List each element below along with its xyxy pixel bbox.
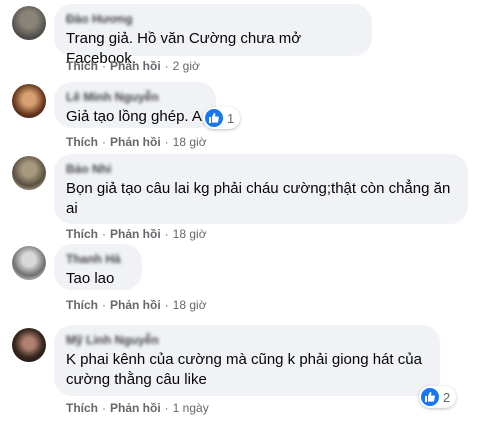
- separator: ·: [102, 227, 106, 241]
- comment-author[interactable]: Đào Hương: [66, 12, 360, 26]
- comment-bubble: Đào Hương Trang giả. Hồ văn Cường chưa m…: [54, 4, 372, 67]
- comment-author[interactable]: Thanh Hà: [66, 252, 130, 266]
- comment-time[interactable]: 18 giờ: [173, 135, 207, 149]
- reply-button[interactable]: Phản hồi: [110, 401, 161, 415]
- comment-time[interactable]: 1 ngày: [173, 401, 209, 415]
- like-thumb-icon: [421, 388, 439, 406]
- comment-actions: Thích · Phản hồi · 1 ngày: [66, 401, 209, 415]
- comment-actions: Thích · Phản hồi · 18 giờ: [66, 298, 207, 312]
- reaction-count[interactable]: 2: [419, 386, 457, 408]
- comment-bubble: Bảo Nhi Bọn giả tạo câu lai kg phải cháu…: [54, 154, 468, 224]
- comment-author[interactable]: Bảo Nhi: [66, 162, 456, 176]
- comment-actions: Thích · Phản hồi · 18 giờ: [66, 227, 207, 241]
- like-button[interactable]: Thích: [66, 59, 98, 73]
- comment-bubble: Thanh Hà Tao lao: [54, 244, 142, 290]
- like-button[interactable]: Thích: [66, 135, 98, 149]
- separator: ·: [164, 401, 169, 415]
- avatar[interactable]: [12, 156, 46, 190]
- separator: ·: [164, 227, 169, 241]
- reaction-count-value: 2: [443, 389, 451, 405]
- separator: ·: [164, 59, 169, 73]
- reaction-count-value: 1: [227, 110, 235, 126]
- comment-actions: Thích · Phản hồi · 18 giờ: [66, 135, 207, 149]
- comment-text: K phai kênh của cường mà cũng k phải gio…: [66, 351, 422, 388]
- comment-text: Bọn giả tạo câu lai kg phải cháu cường;t…: [66, 180, 451, 217]
- reply-button[interactable]: Phản hồi: [110, 59, 161, 73]
- reply-button[interactable]: Phản hồi: [110, 227, 161, 241]
- avatar[interactable]: [12, 84, 46, 118]
- comment-author[interactable]: Mỹ Linh Nguyễn: [66, 333, 428, 347]
- separator: ·: [164, 135, 169, 149]
- comment-time[interactable]: 18 giờ: [173, 298, 207, 312]
- comment-text: Tao lao: [66, 270, 115, 287]
- comment-bubble: Mỹ Linh Nguyễn K phai kênh của cường mà …: [54, 325, 440, 396]
- like-button[interactable]: Thích: [66, 227, 98, 241]
- avatar[interactable]: [12, 328, 46, 362]
- separator: ·: [102, 135, 106, 149]
- separator: ·: [102, 59, 106, 73]
- comment-bubble: Lê Minh Nguyễn Giả tạo lồng ghép. A: [54, 82, 216, 128]
- comment-author[interactable]: Lê Minh Nguyễn: [66, 90, 204, 104]
- separator: ·: [102, 298, 106, 312]
- reaction-count[interactable]: 1: [203, 107, 241, 129]
- comment-time[interactable]: 18 giờ: [173, 227, 207, 241]
- separator: ·: [102, 401, 106, 415]
- comment-time[interactable]: 2 giờ: [173, 59, 200, 73]
- avatar[interactable]: [12, 246, 46, 280]
- like-button[interactable]: Thích: [66, 298, 98, 312]
- comment-actions: Thích · Phản hồi · 2 giờ: [66, 59, 200, 73]
- separator: ·: [164, 298, 169, 312]
- like-thumb-icon: [205, 109, 223, 127]
- reply-button[interactable]: Phản hồi: [110, 298, 161, 312]
- reply-button[interactable]: Phản hồi: [110, 135, 161, 149]
- comment-text: Giả tạo lồng ghép. A: [66, 108, 202, 125]
- avatar[interactable]: [12, 6, 46, 40]
- like-button[interactable]: Thích: [66, 401, 98, 415]
